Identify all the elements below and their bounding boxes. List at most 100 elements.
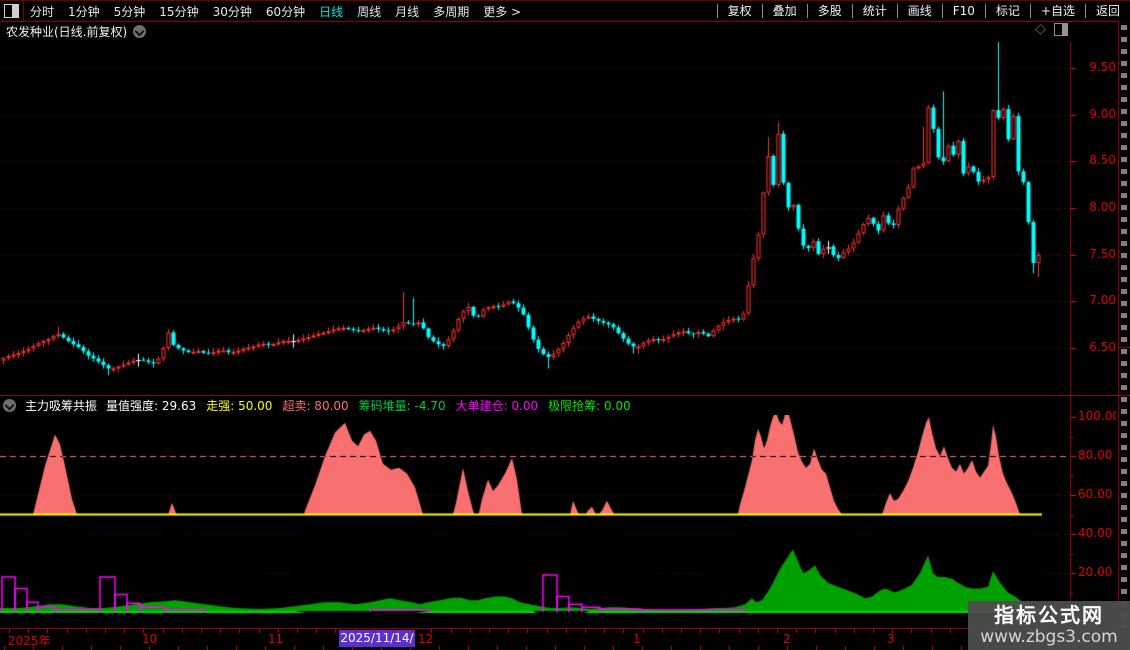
candlestick-chart-canvas[interactable] bbox=[0, 42, 1070, 395]
toolbar-divider bbox=[23, 1, 24, 21]
oscillator-chart-canvas[interactable] bbox=[0, 415, 1070, 628]
selected-date-highlight: 2025/11/14/五 bbox=[339, 630, 415, 650]
date-axis[interactable]: 2025年1011121232025/11/14/五 bbox=[0, 629, 1130, 650]
date-tick bbox=[623, 629, 624, 633]
period-tab-日线[interactable]: 日线 bbox=[319, 3, 343, 20]
price-tick-label: 7.00 bbox=[1089, 293, 1116, 308]
oscillator-tick-label: 80.00 bbox=[1078, 448, 1113, 462]
watermark-title: 指标公式网 bbox=[994, 603, 1104, 627]
watermark-url: www.zbgs3.com bbox=[980, 627, 1118, 647]
indicator-name: 主力吸筹共振 bbox=[25, 398, 98, 413]
date-label: 10 bbox=[142, 632, 158, 646]
date-tick bbox=[835, 629, 836, 633]
date-edge-tick bbox=[352, 646, 353, 650]
date-edge-tick bbox=[845, 646, 846, 650]
period-tab-30分钟[interactable]: 30分钟 bbox=[213, 3, 252, 20]
date-edge-tick bbox=[381, 646, 382, 650]
toolbar-action-标记[interactable]: 标记 bbox=[984, 4, 1030, 18]
toolbar-action-复权[interactable]: 复权 bbox=[716, 4, 762, 18]
date-edge-tick bbox=[613, 646, 614, 650]
date-tick bbox=[604, 629, 605, 633]
date-edge-tick bbox=[729, 646, 730, 650]
date-edge-tick bbox=[4, 646, 5, 650]
date-tick bbox=[700, 629, 701, 633]
period-tab-更多 >[interactable]: 更多 > bbox=[483, 3, 521, 20]
date-tick bbox=[451, 629, 452, 633]
split-pane-icon[interactable] bbox=[1053, 22, 1068, 36]
date-tick bbox=[508, 629, 509, 633]
price-tick-label: 8.50 bbox=[1089, 153, 1116, 168]
date-tick bbox=[278, 629, 279, 633]
toolbar-action-返回[interactable]: 返回 bbox=[1084, 4, 1130, 18]
strip-divider bbox=[1118, 347, 1130, 348]
date-edge-tick bbox=[236, 646, 237, 650]
date-tick bbox=[719, 629, 720, 633]
date-tick bbox=[470, 629, 471, 633]
toolbar-action-画线[interactable]: 画线 bbox=[896, 4, 942, 18]
period-tab-1分钟[interactable]: 1分钟 bbox=[68, 3, 100, 20]
date-edge-tick bbox=[265, 646, 266, 650]
date-tick bbox=[220, 629, 221, 633]
date-tick bbox=[892, 629, 893, 633]
date-tick bbox=[355, 629, 356, 633]
date-edge-tick bbox=[555, 646, 556, 650]
toolbar-action-统计[interactable]: 统计 bbox=[851, 4, 897, 18]
watermark: 指标公式网 www.zbgs3.com bbox=[968, 601, 1130, 650]
date-tick bbox=[815, 629, 816, 633]
toolbar-action-+自选[interactable]: +自选 bbox=[1029, 4, 1085, 18]
top-toolbar: 分时 1分钟 5分钟 15分钟 30分钟 60分钟 日线 周线 月线 多周期 更多 > 复权 叠加 多股… bbox=[0, 0, 1130, 22]
toolbar-action-叠加[interactable]: 叠加 bbox=[761, 4, 807, 18]
indicator-field: 量值强度: 29.63 bbox=[106, 398, 197, 413]
chart-title: 农发种业(日线.前复权) bbox=[6, 24, 128, 39]
toolbar-action-多股[interactable]: 多股 bbox=[806, 4, 852, 18]
date-tick bbox=[67, 629, 68, 633]
date-tick bbox=[547, 629, 548, 633]
indicator-header: 主力吸筹共振 量值强度: 29.63 走强: 50.00 超卖: 80.00 筹码堆量… bbox=[0, 396, 1070, 414]
period-tab-月线[interactable]: 月线 bbox=[395, 3, 419, 20]
date-tick bbox=[854, 629, 855, 633]
date-tick bbox=[431, 629, 432, 633]
date-edge-tick bbox=[410, 646, 411, 650]
indicator-field: 走强: 50.00 bbox=[206, 398, 273, 413]
date-edge-tick bbox=[207, 646, 208, 650]
date-tick bbox=[681, 629, 682, 633]
date-edge-tick bbox=[526, 646, 527, 650]
date-tick bbox=[9, 629, 10, 633]
indicator-field: 极限抢筹: 0.00 bbox=[548, 398, 631, 413]
period-tab-分时[interactable]: 分时 bbox=[30, 3, 54, 20]
date-edge-tick bbox=[671, 646, 672, 650]
date-edge-tick bbox=[642, 646, 643, 650]
price-tick-label: 7.50 bbox=[1089, 246, 1116, 261]
date-edge-tick bbox=[497, 646, 498, 650]
diamond-marker-icon[interactable]: ◇ bbox=[1035, 22, 1046, 36]
period-tab-多周期[interactable]: 多周期 bbox=[433, 3, 469, 20]
date-tick bbox=[47, 629, 48, 633]
axis-divider-line bbox=[0, 628, 1130, 629]
period-tab-周线[interactable]: 周线 bbox=[357, 3, 381, 20]
indicator-chevron-down-icon[interactable] bbox=[3, 398, 16, 412]
toolbar-action-F10[interactable]: F10 bbox=[941, 4, 985, 18]
date-tick bbox=[566, 629, 567, 633]
date-edge-tick bbox=[120, 646, 121, 650]
date-tick bbox=[412, 629, 413, 633]
date-tick bbox=[931, 629, 932, 633]
oscillator-tick-label: 20.00 bbox=[1078, 565, 1113, 579]
period-tab-5分钟[interactable]: 5分钟 bbox=[114, 3, 146, 20]
date-tick bbox=[239, 629, 240, 633]
date-edge-tick bbox=[33, 646, 34, 650]
indicator-values: 量值强度: 29.63 走强: 50.00 超卖: 80.00 筹码堆量: -4.70… bbox=[106, 397, 631, 414]
date-label: 2 bbox=[783, 632, 791, 646]
date-tick bbox=[105, 629, 106, 633]
date-edge-tick bbox=[700, 646, 701, 650]
date-edge-tick bbox=[758, 646, 759, 650]
layout-pane-icon[interactable] bbox=[4, 4, 19, 18]
date-edge-tick bbox=[323, 646, 324, 650]
date-tick bbox=[374, 629, 375, 633]
date-label: 12 bbox=[418, 632, 434, 646]
title-chevron-down-icon[interactable] bbox=[133, 24, 147, 38]
date-edge-tick bbox=[874, 646, 875, 650]
period-tab-60分钟[interactable]: 60分钟 bbox=[266, 3, 305, 20]
tdx-app-window: 分时 1分钟 5分钟 15分钟 30分钟 60分钟 日线 周线 月线 多周期 更多 > 复权 叠加 多股… bbox=[0, 0, 1130, 650]
period-tab-15分钟[interactable]: 15分钟 bbox=[159, 3, 198, 20]
price-tick-label: 9.50 bbox=[1089, 60, 1116, 74]
